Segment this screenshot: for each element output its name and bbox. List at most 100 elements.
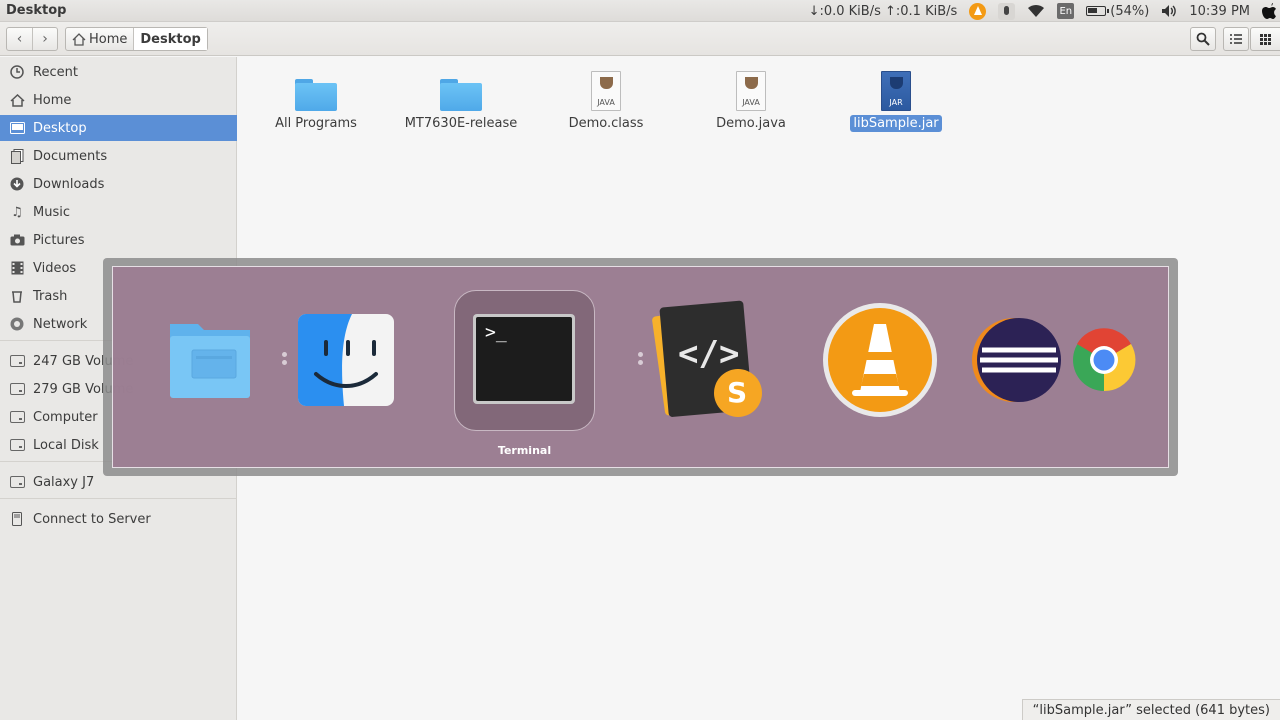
files-folder-icon[interactable] <box>166 318 254 402</box>
file-item-demo-java[interactable]: JAVA Demo.java <box>686 63 816 132</box>
breadcrumb-home[interactable]: Home <box>66 28 133 50</box>
file-item-mt7630e-release[interactable]: MT7630E-release <box>396 63 526 132</box>
list-view-button[interactable] <box>1223 27 1249 51</box>
back-button[interactable]: ‹ <box>7 28 32 50</box>
chrome-icon[interactable] <box>1072 320 1136 400</box>
desktop-icon <box>9 120 25 136</box>
sidebar-item-label: Recent <box>33 64 78 80</box>
file-item-all-programs[interactable]: All Programs <box>251 63 381 132</box>
sidebar-item-label: Computer <box>33 409 98 425</box>
list-view-icon <box>1230 34 1242 44</box>
eclipse-icon[interactable] <box>970 316 1064 404</box>
home-icon <box>72 32 86 46</box>
battery-indicator[interactable]: (54%) <box>1080 0 1155 22</box>
top-panel: Desktop ↓:0.0 KiB/s ↑:0.1 KiB/s En (54%)… <box>0 0 1280 22</box>
drive-icon <box>9 353 25 369</box>
breadcrumb-desktop-label: Desktop <box>140 31 201 47</box>
java-file-icon: JAVA <box>591 71 621 111</box>
sidebar-divider <box>0 498 237 499</box>
switcher-selected-label: Terminal <box>497 444 552 457</box>
sidebar-item-label: Local Disk <box>33 437 99 453</box>
breadcrumb-desktop[interactable]: Desktop <box>133 28 207 50</box>
sidebar-item-recent[interactable]: Recent <box>0 59 237 85</box>
language-badge: En <box>1057 3 1075 19</box>
terminal-prompt: >_ <box>485 322 507 343</box>
sublime-badge: S <box>727 376 748 409</box>
search-button[interactable] <box>1190 27 1216 51</box>
status-text: “libSample.jar” selected (641 bytes) <box>1032 702 1270 718</box>
sidebar-item-label: Documents <box>33 148 108 164</box>
microphone-icon[interactable] <box>992 0 1021 22</box>
sidebar-item-label: Pictures <box>33 232 85 248</box>
search-icon <box>1196 32 1210 46</box>
grid-view-icon <box>1260 33 1271 45</box>
sidebar-item-downloads[interactable]: Downloads <box>0 171 237 197</box>
sidebar-item-label: Network <box>33 316 88 332</box>
sublime-text-icon[interactable]: </> S <box>642 296 766 422</box>
documents-icon <box>9 148 25 164</box>
status-bar: “libSample.jar” selected (641 bytes) <box>1021 699 1280 720</box>
sublime-code-glyph: </> <box>678 334 740 374</box>
sidebar-item-connect-to-server[interactable]: Connect to Server <box>0 506 237 532</box>
sidebar-item-label: Connect to Server <box>33 511 151 527</box>
sidebar-item-documents[interactable]: Documents <box>0 143 237 169</box>
network-speed-indicator[interactable]: ↓:0.0 KiB/s ↑:0.1 KiB/s <box>803 0 964 22</box>
drive-icon <box>9 381 25 397</box>
sidebar-item-pictures[interactable]: Pictures <box>0 227 237 253</box>
volume-icon[interactable] <box>1155 0 1183 22</box>
breadcrumb-home-label: Home <box>89 31 128 47</box>
server-icon <box>9 511 25 527</box>
finder-icon[interactable] <box>296 312 396 408</box>
network-speed-text: ↓:0.0 KiB/s ↑:0.1 KiB/s <box>808 3 958 19</box>
running-indicator <box>282 352 287 357</box>
keyboard-language-indicator[interactable]: En <box>1051 0 1080 22</box>
music-icon: ♫ <box>11 204 23 220</box>
sidebar-item-label: Home <box>33 92 72 108</box>
jar-file-icon: JAR <box>881 71 911 111</box>
sidebar-item-label: Videos <box>33 260 77 276</box>
drive-icon <box>9 474 25 490</box>
trash-icon <box>9 288 25 304</box>
java-file-icon: JAVA <box>736 71 766 111</box>
sidebar-item-label: Trash <box>33 288 68 304</box>
network-icon <box>9 316 25 332</box>
running-indicator <box>282 360 287 365</box>
terminal-icon[interactable]: >_ <box>471 312 577 406</box>
file-manager-toolbar: ‹ › Home Desktop <box>0 22 1280 56</box>
clock[interactable]: 10:39 PM <box>1183 0 1256 22</box>
file-item-libsample-jar[interactable]: JAR libSample.jar <box>831 63 961 132</box>
history-nav: ‹ › <box>6 27 58 51</box>
clock-text: 10:39 PM <box>1189 3 1250 19</box>
video-icon <box>9 260 25 276</box>
system-menu-icon[interactable] <box>1256 0 1280 22</box>
sidebar-item-music[interactable]: ♫ Music <box>0 199 237 225</box>
sidebar-item-label: Music <box>33 204 70 220</box>
drive-icon <box>9 409 25 425</box>
forward-button[interactable]: › <box>32 28 57 50</box>
file-name: All Programs <box>275 116 357 131</box>
downloads-icon <box>9 176 25 192</box>
vlc-tray-icon[interactable] <box>963 0 992 22</box>
sidebar-item-label: Desktop <box>33 120 87 136</box>
camera-icon <box>9 232 25 248</box>
battery-icon <box>1086 6 1110 16</box>
battery-percent: (54%) <box>1110 3 1150 19</box>
home-icon <box>9 92 25 108</box>
file-name: MT7630E-release <box>404 116 518 131</box>
file-name: libSample.jar <box>850 115 942 132</box>
sidebar-item-label: Galaxy J7 <box>33 474 95 490</box>
folder-icon <box>440 79 482 111</box>
breadcrumb: Home Desktop <box>65 27 208 51</box>
clock-icon <box>9 64 25 80</box>
file-name: Demo.class <box>568 116 644 131</box>
file-name: Demo.java <box>716 116 786 131</box>
wifi-icon[interactable] <box>1021 0 1051 22</box>
sidebar-item-label: Downloads <box>33 176 105 192</box>
vlc-icon[interactable] <box>822 302 938 418</box>
sidebar-item-home[interactable]: Home <box>0 87 237 113</box>
grid-view-button[interactable] <box>1250 27 1280 51</box>
sidebar-item-desktop[interactable]: Desktop <box>0 115 237 141</box>
file-item-demo-class[interactable]: JAVA Demo.class <box>541 63 671 132</box>
window-title: Desktop <box>6 3 67 18</box>
folder-icon <box>295 79 337 111</box>
